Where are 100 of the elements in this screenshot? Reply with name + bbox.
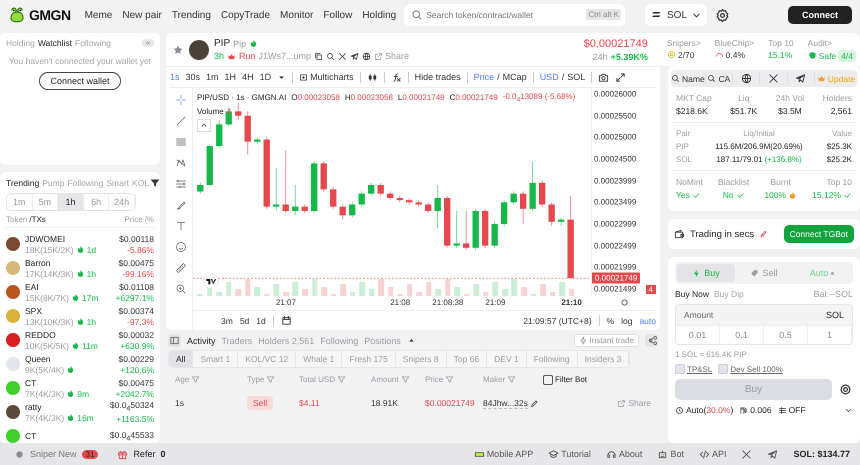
interval-option[interactable]: 24h	[109, 194, 135, 210]
trend-line-icon[interactable]	[175, 115, 187, 127]
trader-filter[interactable]: KOL/VC 12	[238, 351, 296, 367]
footer-link[interactable]: Bot	[657, 448, 684, 460]
calendar-icon[interactable]	[280, 315, 292, 326]
range-button[interactable]: 5d	[240, 316, 250, 326]
footer-link[interactable]: Mobile APP	[474, 448, 534, 460]
nav-link[interactable]: Meme	[84, 10, 112, 20]
stat-label[interactable]: Top 10	[768, 38, 794, 48]
column-header[interactable]: Price	[124, 215, 143, 224]
interval-button[interactable]: 4H	[242, 72, 254, 82]
stat-label[interactable]: Audit>	[808, 38, 856, 48]
activity-tab[interactable]: Positions	[364, 336, 401, 346]
setting-value[interactable]: OFF	[788, 405, 806, 415]
interval-option[interactable]: 6h	[84, 194, 110, 210]
pattern-icon[interactable]	[175, 157, 187, 169]
interval-button[interactable]: 1m	[206, 72, 219, 82]
interval-option[interactable]: 1h	[58, 194, 84, 210]
column-header[interactable]: /TXs	[29, 215, 46, 224]
token-row[interactable]: ratty 7K(4K/3K) 16m $0.0$_{4}$50324 +1163.5%	[6, 400, 154, 424]
brush-icon[interactable]	[175, 199, 187, 211]
maker-link[interactable]: 84Jhw...32s	[483, 398, 528, 408]
collapse-icon[interactable]	[142, 39, 154, 47]
crosshair-icon[interactable]	[175, 94, 187, 106]
trending-tab[interactable]: Trending	[6, 178, 40, 188]
function-icon[interactable]	[390, 72, 402, 82]
footer-link[interactable]: API	[698, 448, 726, 460]
token-row[interactable]: SPX 13K(10K/3K) 1h $0.00374 -97.3%	[6, 304, 154, 328]
watchlist-tab[interactable]: Holding	[6, 38, 35, 48]
sidebar-icon[interactable]	[168, 334, 181, 347]
setting-value[interactable]: Auto(30.0%)	[686, 405, 734, 415]
column-header[interactable]: Age	[175, 375, 190, 384]
column-header[interactable]: /%	[144, 215, 154, 224]
x-letter-icon[interactable]	[338, 52, 348, 60]
copy-icon[interactable]	[314, 52, 324, 60]
activity-tab[interactable]: Traders	[222, 336, 252, 346]
token-row[interactable]: Queen 9K(5K/4K) $0.00229 +120.6%	[6, 352, 154, 376]
token-row[interactable]: Barron 17K(14K/3K) 1h $0.00475 -99.16%	[6, 256, 154, 280]
price-mode-toggle[interactable]: Price	[474, 72, 494, 82]
token-row[interactable]: CT 7K(4K/3K) 9m $0.00475 +2042.7%	[6, 376, 154, 400]
zoom-in-icon[interactable]	[175, 283, 187, 295]
nav-link[interactable]: Trending	[172, 10, 211, 20]
ruler-icon[interactable]	[175, 262, 187, 274]
token-row[interactable]: REDDO 10K(5K/5K) 11m $0.00032 +630.9%	[6, 328, 154, 352]
paper-plane-icon[interactable]	[350, 52, 360, 60]
token-row[interactable]: CT $0.0$_{4}$45533	[6, 424, 154, 443]
connect-tgbot-button[interactable]: Connect TGBot	[784, 225, 854, 243]
column-header[interactable]: Type	[247, 375, 264, 384]
multicharts-button[interactable]: Multicharts	[299, 72, 354, 82]
amount-preset[interactable]: 0.5	[764, 325, 808, 344]
setting-value[interactable]: 0.006	[750, 405, 772, 415]
amount-preset[interactable]: 0.01	[676, 325, 720, 344]
hide-trades-button[interactable]: Hide trades	[414, 72, 461, 82]
trader-filter[interactable]: Smart 1	[193, 351, 238, 367]
scale-toggle[interactable]: log	[621, 316, 632, 326]
nodes-icon[interactable]	[645, 334, 658, 347]
footer-link[interactable]	[741, 448, 752, 460]
activity-tab[interactable]: Holders 2,561	[258, 336, 314, 346]
horizontal-lines-icon[interactable]	[175, 136, 187, 148]
price-mode-toggle[interactable]: MCap	[502, 72, 527, 82]
column-header[interactable]: Maker	[483, 375, 506, 384]
buy-mode-tab[interactable]: Buy Dip	[714, 289, 744, 299]
expand-icon[interactable]	[615, 72, 626, 82]
buy-mode-tab[interactable]: Buy Now	[675, 289, 710, 299]
trader-filter[interactable]: Fresh 175	[342, 351, 396, 367]
interval-button[interactable]: 1s	[170, 72, 180, 82]
watchlist-tab[interactable]: Watchlist	[38, 38, 72, 48]
range-button[interactable]: 1d	[256, 316, 266, 326]
token-address[interactable]: J1Ws7...ump	[258, 51, 312, 61]
sniper-label[interactable]: Sniper New	[30, 449, 77, 459]
trader-filter[interactable]: Snipers 8	[396, 351, 447, 367]
trending-tab[interactable]: KOL	[132, 178, 150, 188]
interval-button[interactable]: 1D	[260, 72, 272, 82]
token-row[interactable]: EAI 15K(8K/7K) 17m $0.01108 +6297.1%	[6, 280, 154, 304]
nav-link[interactable]: CopyTrade	[220, 10, 270, 20]
trending-tab[interactable]: Following	[67, 178, 104, 188]
nav-link[interactable]: Follow	[323, 10, 352, 20]
search-icon[interactable]	[326, 52, 336, 60]
watchlist-tab[interactable]: Following	[75, 38, 111, 48]
footer-link[interactable]: Tutorial	[548, 448, 591, 460]
scale-toggle[interactable]: %	[606, 316, 614, 326]
trader-filter[interactable]: DEV 1	[487, 351, 527, 367]
range-button[interactable]: 3m	[221, 316, 233, 326]
trade-side-tab[interactable]: Buy	[677, 264, 735, 282]
connect-wallet-button[interactable]: Connect wallet	[39, 72, 121, 90]
instant-trade-button[interactable]: Instant trade	[574, 334, 639, 347]
share-link[interactable]: Share	[374, 51, 410, 61]
globe-icon[interactable]	[362, 52, 372, 60]
interval-button[interactable]: 30s	[186, 72, 200, 82]
nav-link[interactable]: New pair	[122, 10, 162, 20]
footer-link[interactable]	[767, 448, 778, 460]
text-tool-icon[interactable]	[175, 220, 187, 232]
stat-label[interactable]: Snipers>	[666, 38, 701, 48]
nav-link[interactable]: Monitor	[280, 10, 314, 20]
trade-side-tab[interactable]: Sell	[735, 264, 793, 282]
activity-tab[interactable]: Following	[320, 336, 358, 346]
trending-tab[interactable]: Smart	[106, 178, 130, 188]
refer-label[interactable]: Refer	[133, 449, 156, 459]
token-row[interactable]: JDWOMEI 18K(15K/2K) 1d $0.00118 -5.86%	[6, 232, 154, 256]
trader-filter[interactable]: Insiders 3	[578, 351, 630, 367]
